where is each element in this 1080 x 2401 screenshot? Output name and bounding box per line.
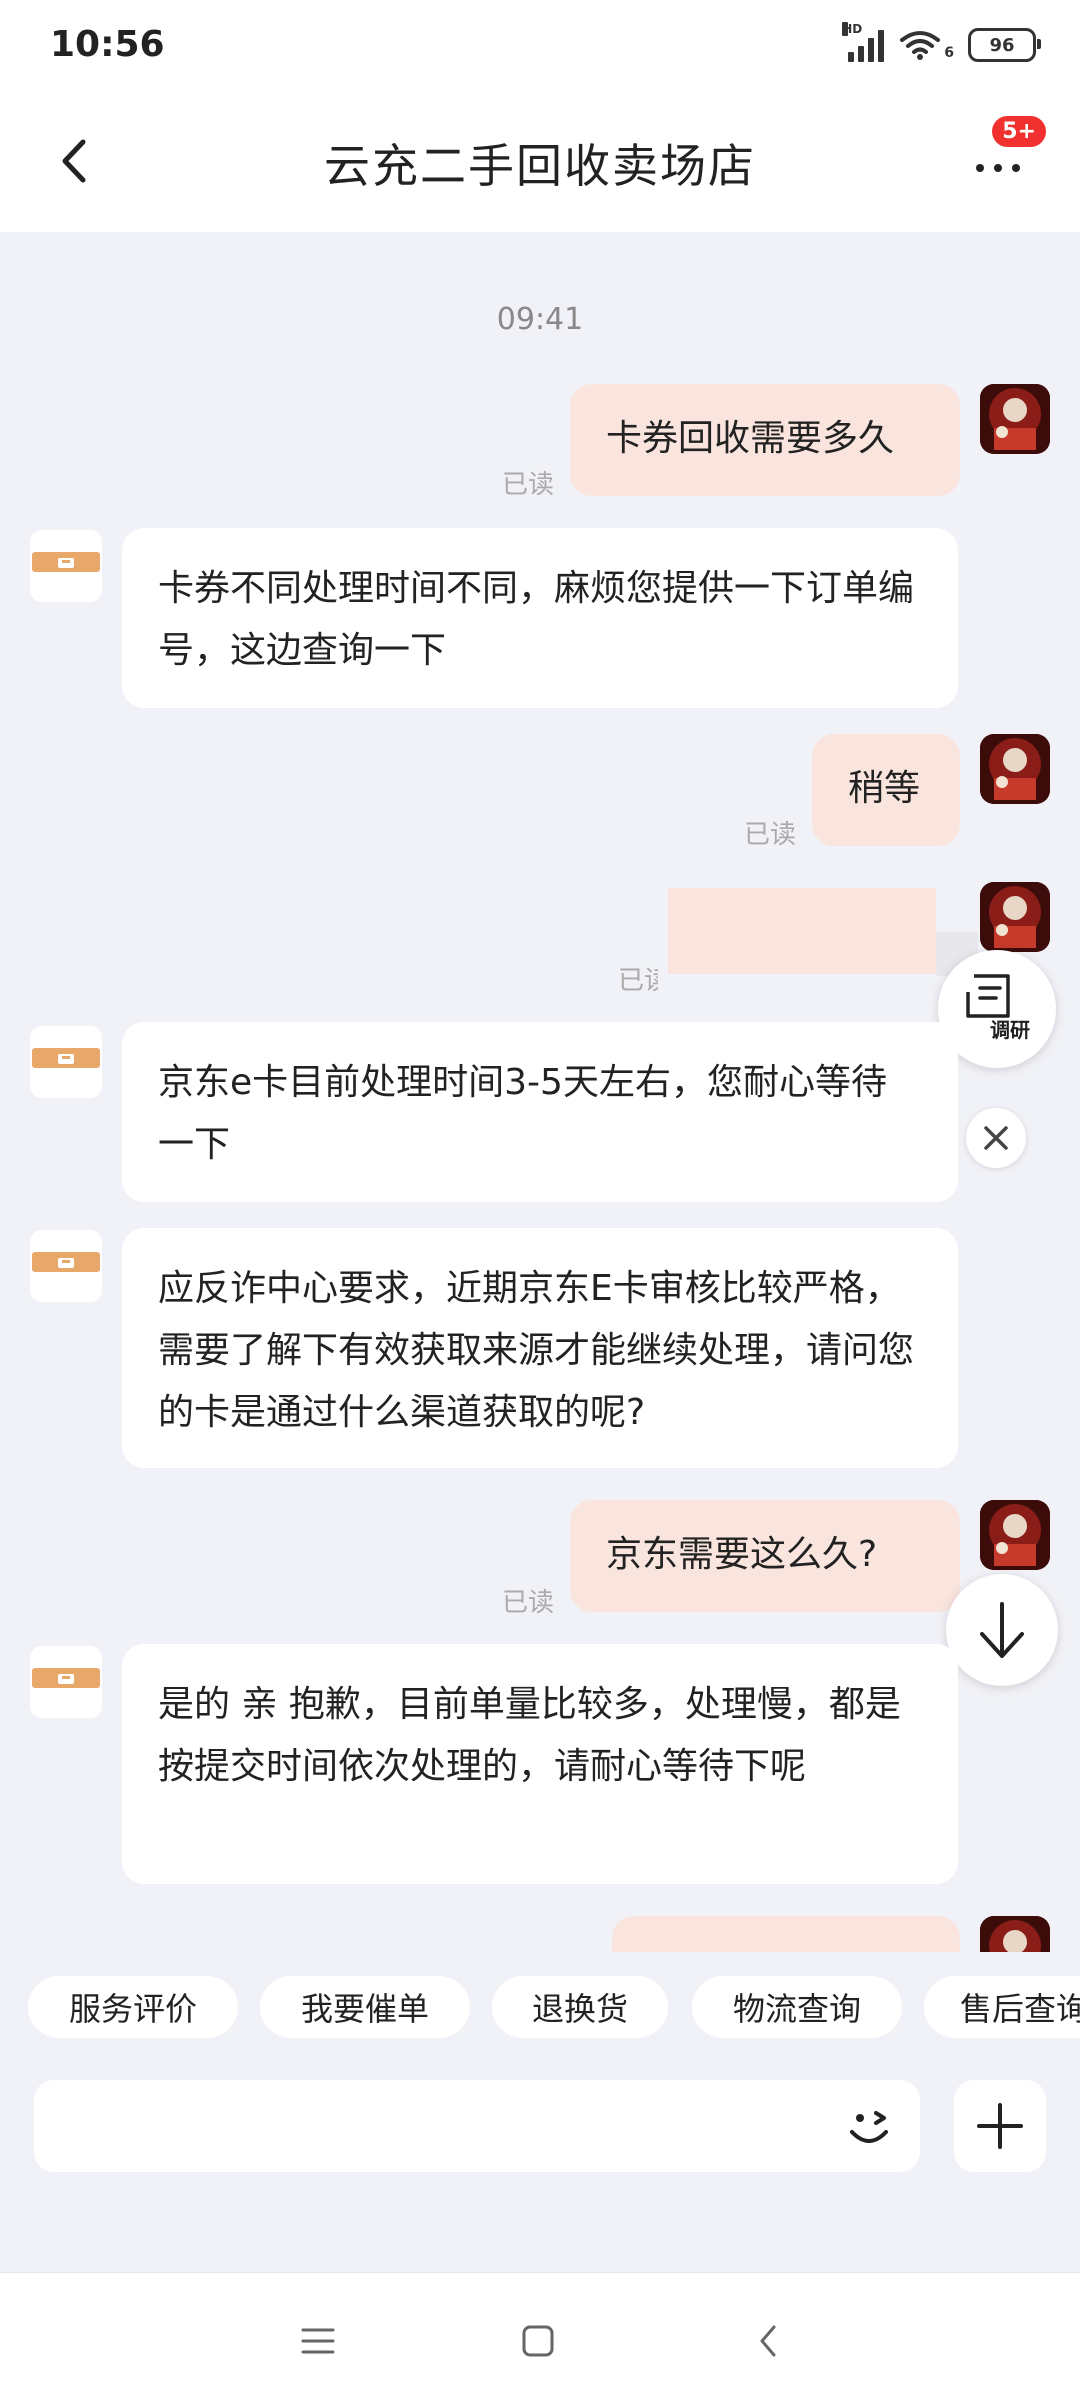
user-avatar-image [980, 734, 1050, 804]
message-text: 应反诈中心要求，近期京东E卡审核比较严格，需要了解下有效获取来源才能继续处理，请… [158, 1268, 915, 1433]
signal-icon: HD [842, 22, 885, 62]
user-avatar[interactable] [980, 1916, 1050, 1952]
message-input[interactable] [34, 2080, 920, 2172]
shop-avatar[interactable] [30, 1646, 102, 1718]
chip-label: 服务评价 [68, 1990, 197, 2028]
chip-logistics-query[interactable]: 物流查询 [692, 1976, 902, 2038]
notification-badge: 5+ [992, 116, 1046, 147]
incoming-message[interactable]: 卡券不同处理时间不同，麻烦您提供一下订单编号，这边查询一下 [122, 528, 958, 708]
wifi-level-label: 6 [944, 45, 954, 61]
chat-area[interactable]: 09:41 卡券回收需要多久 已读 卡券不同处理时间不同，麻烦您提供一下订单编号… [0, 232, 1080, 1952]
menu-icon [301, 2328, 335, 2354]
chip-urge-order[interactable]: 我要催单 [260, 1976, 470, 2038]
emoji-icon[interactable] [842, 2100, 896, 2154]
incoming-message[interactable]: 是的 亲 抱歉，目前单量比较多，处理慢，都是按提交时间依次处理的，请耐心等待下呢 [122, 1644, 958, 1884]
system-nav-bar [0, 2272, 1080, 2401]
wifi-icon [898, 28, 942, 62]
message-text: 卡券回收需要多久 [606, 418, 895, 459]
incoming-message[interactable]: 应反诈中心要求，近期京东E卡审核比较严格，需要了解下有效获取来源才能继续处理，请… [122, 1228, 958, 1468]
incoming-message[interactable]: 京东e卡目前处理时间3-5天左右，您耐心等待一下 [122, 1022, 958, 1202]
read-status: 已读 [502, 470, 555, 500]
status-time: 10:56 [50, 24, 165, 65]
user-avatar-image [980, 1500, 1050, 1570]
message-timestamp: 09:41 [496, 302, 584, 337]
shop-avatar[interactable] [30, 530, 102, 602]
nav-home-button[interactable] [508, 2311, 568, 2371]
outgoing-message[interactable]: 稍等 [812, 734, 960, 846]
nav-menu-button[interactable] [288, 2311, 348, 2371]
message-text: 京东需要这么久? [606, 1534, 878, 1575]
message-text: 稍等 [848, 768, 921, 809]
outgoing-message-partial[interactable] [668, 888, 936, 974]
plus-button[interactable] [954, 2080, 1046, 2172]
survey-label: 调研 [990, 1018, 1030, 1042]
read-status: 已读 [744, 820, 797, 850]
outgoing-message-partial[interactable] [612, 1916, 960, 1952]
user-avatar-image [980, 1916, 1050, 1952]
read-status: 已读 [502, 1588, 555, 1618]
chip-label: 售后查询 [960, 1990, 1080, 2028]
outgoing-message[interactable]: 京东需要这么久? [570, 1500, 960, 1612]
shop-avatar[interactable] [30, 1230, 102, 1302]
close-survey-button[interactable] [966, 1108, 1026, 1168]
message-text: 京东e卡目前处理时间3-5天左右，您耐心等待一下 [158, 1062, 887, 1165]
nav-back-icon [760, 2325, 776, 2357]
more-button[interactable]: 5+ [970, 116, 1046, 196]
shop-icon [30, 1026, 102, 1098]
more-dots-icon [976, 164, 1020, 172]
chip-label: 退换货 [531, 1990, 628, 2028]
input-row [0, 2062, 1080, 2272]
shop-icon [30, 530, 102, 602]
message-text: 卡券不同处理时间不同，麻烦您提供一下订单编号，这边查询一下 [158, 568, 915, 671]
shop-icon [30, 1646, 102, 1718]
user-avatar[interactable] [980, 734, 1050, 804]
shop-icon [30, 1230, 102, 1302]
status-icons: HD 6 96 [842, 22, 1041, 62]
user-avatar-image [980, 384, 1050, 454]
scroll-down-button[interactable] [946, 1574, 1058, 1686]
read-status-partial: 已读 [618, 966, 658, 996]
chip-service-rating[interactable]: 服务评价 [28, 1976, 238, 2038]
quick-actions-bar[interactable]: 服务评价 我要催单 退换货 物流查询 售后查询 [0, 1952, 1080, 2062]
plus-icon [977, 2103, 1023, 2149]
battery-icon: 96 [968, 28, 1041, 62]
chat-header: 云充二手回收卖场店 5+ [0, 96, 1080, 232]
message-text: 是的 亲 抱歉，目前单量比较多，处理慢，都是按提交时间依次处理的，请耐心等待下呢 [158, 1684, 901, 1787]
arrow-down-icon [980, 1602, 1024, 1658]
chip-label: 我要催单 [300, 1990, 429, 2028]
user-avatar-image [980, 882, 1050, 952]
status-bar: 10:56 HD 6 96 [0, 0, 1080, 96]
chip-return-exchange[interactable]: 退换货 [492, 1976, 668, 2038]
chip-after-sales-query[interactable]: 售后查询 [924, 1976, 1080, 2038]
nav-back-button[interactable] [738, 2311, 798, 2371]
user-avatar[interactable] [980, 1500, 1050, 1570]
user-avatar[interactable] [980, 882, 1050, 952]
battery-level: 96 [989, 34, 1015, 56]
close-icon [984, 1126, 1008, 1150]
outgoing-message[interactable]: 卡券回收需要多久 [570, 384, 960, 496]
home-square-icon [522, 2325, 554, 2357]
network-type-label: HD [842, 22, 863, 36]
page-title: 云充二手回收卖场店 [324, 139, 756, 193]
user-avatar[interactable] [980, 384, 1050, 454]
shop-avatar[interactable] [30, 1026, 102, 1098]
chip-label: 物流查询 [732, 1990, 861, 2028]
